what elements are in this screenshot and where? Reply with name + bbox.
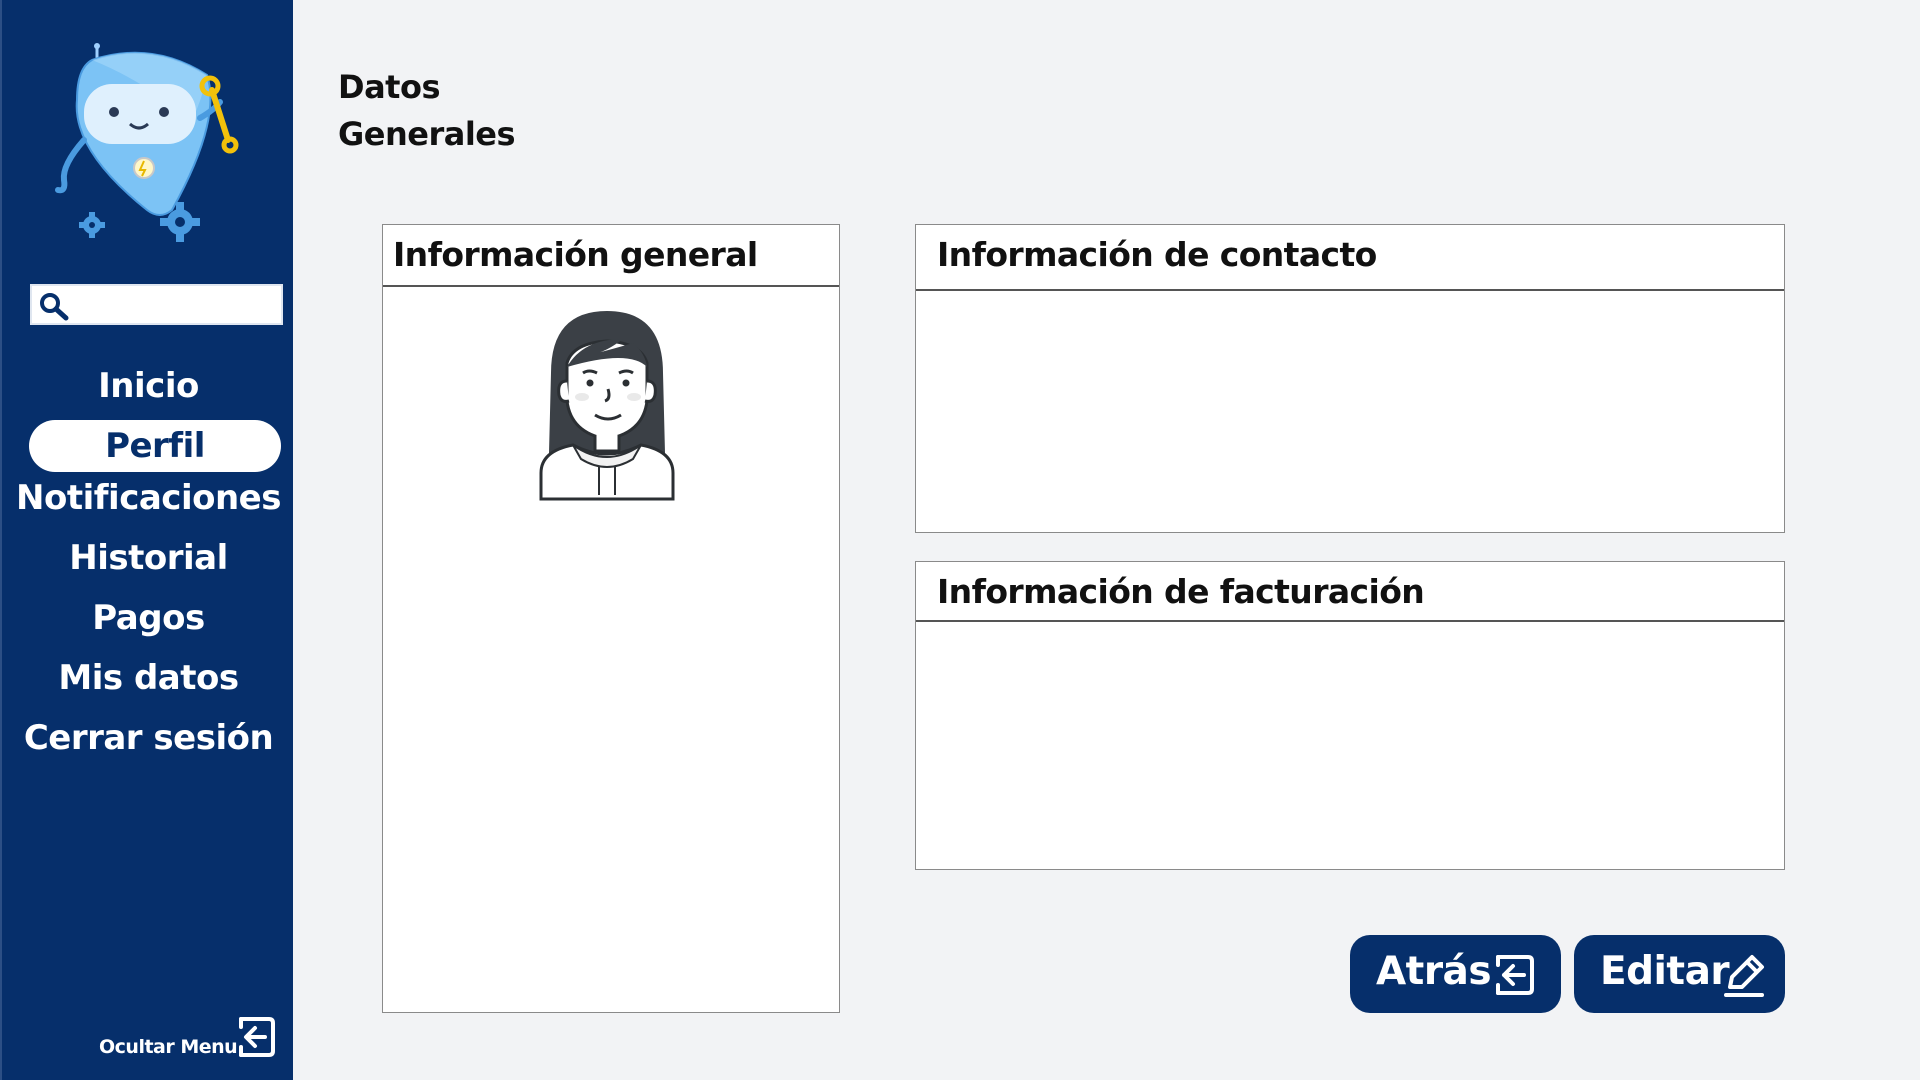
billing-info-card: Información de facturación — [915, 561, 1785, 870]
back-button[interactable]: Atrás — [1350, 935, 1561, 1013]
sidebar-item-perfil[interactable]: Perfil — [29, 420, 281, 472]
pencil-icon — [1724, 955, 1764, 997]
hide-menu-label: Ocultar Menu — [99, 1036, 238, 1058]
sidebar-item-inicio[interactable]: Inicio — [2, 360, 295, 420]
back-button-label: Atrás — [1376, 949, 1492, 994]
sidebar-item-pagos[interactable]: Pagos — [2, 592, 295, 652]
contact-info-card: Información de contacto — [915, 224, 1785, 533]
robot-mascot-logo — [55, 43, 239, 242]
page-title-line2: Generales — [338, 115, 516, 153]
search-icon — [40, 293, 69, 321]
sidebar-item-cerrar-sesion[interactable]: Cerrar sesión — [2, 712, 295, 772]
woman-avatar-icon — [539, 311, 675, 501]
page-title-line1: Datos — [338, 68, 440, 106]
general-info-card: Información general — [382, 224, 840, 1013]
sidebar-item-historial[interactable]: Historial — [2, 532, 295, 592]
exit-arrow-icon — [1496, 955, 1534, 995]
contact-info-divider — [916, 289, 1784, 291]
general-info-divider — [383, 285, 839, 287]
billing-info-title: Información de facturación — [937, 572, 1425, 611]
sidebar-nav: Inicio Perfil Notificaciones Historial P… — [2, 360, 295, 772]
page-title: Datos Generales — [338, 64, 538, 158]
sidebar-item-mis-datos[interactable]: Mis datos — [2, 652, 295, 712]
general-info-title: Información general — [393, 235, 758, 274]
search-box[interactable] — [30, 284, 283, 325]
exit-arrow-icon — [239, 1017, 275, 1057]
search-input[interactable] — [74, 290, 274, 320]
sidebar-item-notificaciones[interactable]: Notificaciones — [2, 472, 295, 532]
hide-menu-button[interactable]: Ocultar Menu — [97, 1010, 277, 1060]
sidebar: Inicio Perfil Notificaciones Historial P… — [0, 0, 293, 1080]
edit-button[interactable]: Editar — [1574, 935, 1785, 1013]
billing-info-divider — [916, 620, 1784, 622]
contact-info-title: Información de contacto — [937, 235, 1377, 274]
edit-button-label: Editar — [1600, 949, 1730, 994]
